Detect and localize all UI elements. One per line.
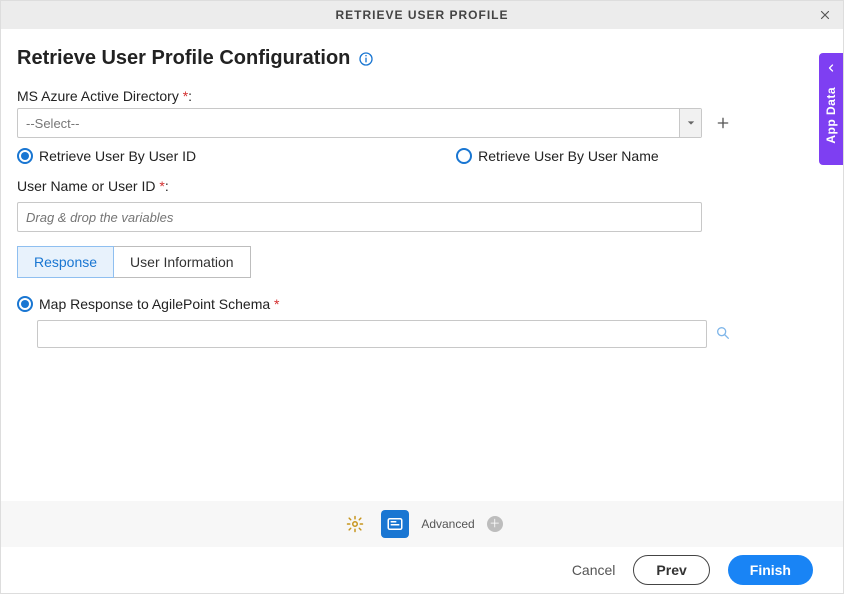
- radio-icon: [456, 148, 472, 164]
- radio-retrieve-by-name-label: Retrieve User By User Name: [478, 148, 659, 164]
- cancel-button[interactable]: Cancel: [572, 562, 616, 578]
- dialog-content: Retrieve User Profile Configuration MS A…: [1, 29, 843, 348]
- info-icon[interactable]: [358, 51, 374, 67]
- finish-button[interactable]: Finish: [728, 555, 813, 585]
- prev-button[interactable]: Prev: [633, 555, 709, 585]
- directory-select-value: --Select--: [18, 109, 679, 137]
- radio-retrieve-by-name[interactable]: Retrieve User By User Name: [456, 148, 659, 164]
- dialog-footer: Cancel Prev Finish: [1, 547, 843, 593]
- chevron-left-icon: [825, 61, 837, 77]
- chevron-down-icon: [679, 109, 701, 137]
- dialog-title: RETRIEVE USER PROFILE: [335, 8, 508, 22]
- tab-user-information[interactable]: User Information: [114, 246, 250, 278]
- bottom-toolbar: Advanced ＋: [1, 501, 843, 547]
- app-data-side-tab[interactable]: App Data: [819, 53, 843, 165]
- dialog-header: RETRIEVE USER PROFILE: [1, 1, 843, 29]
- subtabs: Response User Information: [17, 246, 827, 278]
- side-tab-label: App Data: [824, 87, 838, 144]
- radio-icon: [17, 296, 33, 312]
- close-icon[interactable]: [815, 5, 835, 25]
- radio-icon: [17, 148, 33, 164]
- radio-map-response-label: Map Response to AgilePoint Schema *: [39, 296, 279, 312]
- directory-select[interactable]: --Select--: [17, 108, 702, 138]
- form-icon[interactable]: [381, 510, 409, 538]
- radio-retrieve-by-id[interactable]: Retrieve User By User ID: [17, 148, 196, 164]
- userid-label: User Name or User ID *:: [17, 178, 827, 194]
- search-schema-icon[interactable]: [715, 325, 731, 344]
- directory-label: MS Azure Active Directory *:: [17, 88, 827, 104]
- radio-retrieve-by-id-label: Retrieve User By User ID: [39, 148, 196, 164]
- advanced-plus-icon[interactable]: ＋: [487, 516, 503, 532]
- add-directory-button[interactable]: [712, 112, 734, 134]
- radio-map-response[interactable]: Map Response to AgilePoint Schema *: [17, 296, 279, 312]
- page-title: Retrieve User Profile Configuration: [17, 47, 350, 70]
- advanced-label: Advanced: [421, 517, 474, 531]
- userid-input[interactable]: [17, 202, 702, 232]
- tab-response[interactable]: Response: [17, 246, 114, 278]
- gear-icon[interactable]: [341, 510, 369, 538]
- map-response-input[interactable]: [37, 320, 707, 348]
